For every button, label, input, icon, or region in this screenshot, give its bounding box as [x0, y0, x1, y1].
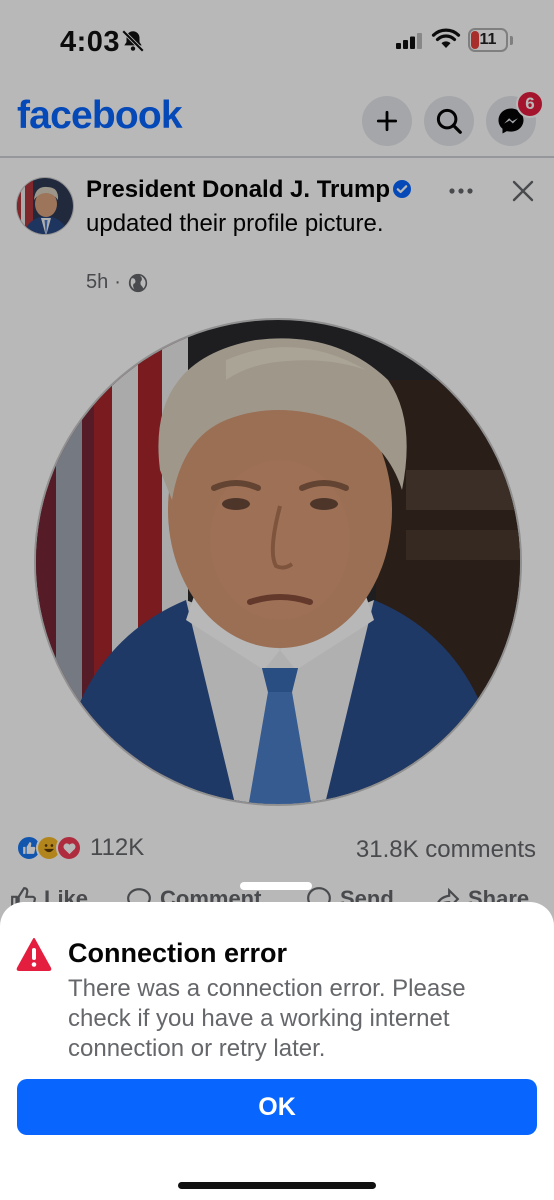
ok-button[interactable]: OK — [17, 1079, 537, 1135]
dialog-message: There was a connection error. Please che… — [68, 975, 466, 1062]
warning-icon — [16, 937, 52, 976]
dialog-title: Connection error — [68, 938, 288, 968]
connection-error-sheet: Connection error There was a connection … — [0, 902, 554, 1200]
screen: 4:03 11 facebook 6 President Donald J. T… — [0, 0, 554, 1200]
home-indicator[interactable] — [178, 1182, 376, 1189]
sheet-grabber[interactable] — [240, 882, 312, 890]
